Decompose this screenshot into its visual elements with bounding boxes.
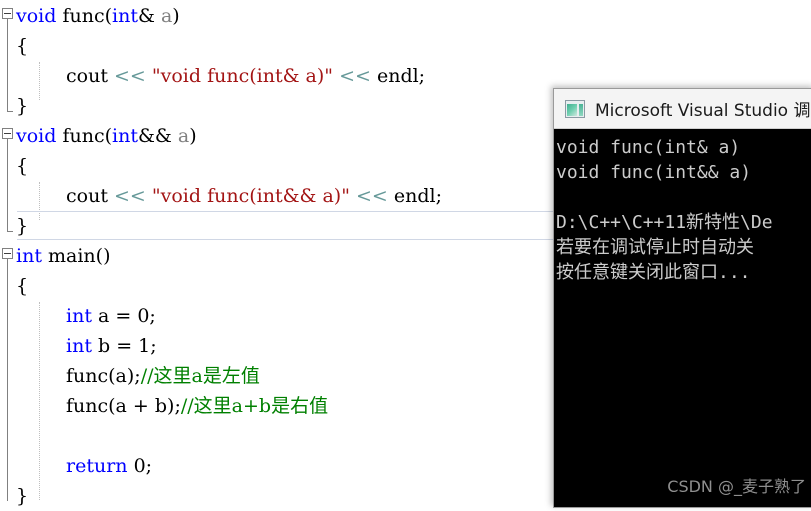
console-line: void func(int& a) xyxy=(556,137,741,158)
code-line-text: } xyxy=(16,91,28,121)
console-window-icon xyxy=(565,99,585,118)
code-line-text: void func(int& a) xyxy=(16,1,180,31)
code-token-plain: func xyxy=(62,125,105,147)
code-token-op: << xyxy=(114,185,146,207)
code-line-text: { xyxy=(16,271,28,301)
code-token-plain: endl; xyxy=(387,185,442,207)
console-line: void func(int&& a) xyxy=(556,162,752,183)
code-token-kw: int xyxy=(66,305,92,327)
code-line-text: cout << "void func(int&& a)" << endl; xyxy=(66,181,442,211)
code-token-plain: && xyxy=(137,125,178,147)
console-line: 若要在调试停止时自动关 xyxy=(556,237,754,258)
console-line: 按任意键关闭此窗口... xyxy=(556,262,751,283)
code-line-text: int a = 0; xyxy=(66,301,156,331)
code-token-plain: ) xyxy=(189,125,197,147)
code-line-text: int b = 1; xyxy=(66,331,157,361)
code-token-plain: func(a); xyxy=(66,365,141,387)
code-token-plain: & xyxy=(137,5,161,27)
code-token-kw: void xyxy=(16,125,63,147)
code-token-plain: b = 1; xyxy=(91,335,157,357)
console-line: D:\C++\C++11新特性\De xyxy=(556,212,773,233)
code-token-op: << xyxy=(339,65,371,87)
code-line-text: int main() xyxy=(16,241,110,271)
code-line[interactable]: cout << "void func(int& a)" << endl; xyxy=(0,61,811,91)
code-line-text: cout << "void func(int& a)" << endl; xyxy=(66,61,425,91)
code-token-plain: cout xyxy=(66,65,114,87)
code-token-kw: int xyxy=(112,125,138,147)
code-token-kw: return xyxy=(66,455,128,477)
watermark: CSDN @_麦子熟了 xyxy=(667,477,806,496)
code-token-plain: { xyxy=(16,155,29,177)
code-line[interactable]: { xyxy=(0,31,811,61)
console-title: Microsoft Visual Studio 调 xyxy=(595,101,811,121)
code-line-text: return 0; xyxy=(66,451,152,481)
code-line-text: } xyxy=(16,211,28,241)
code-token-plain: } xyxy=(16,95,29,117)
code-token-plain: ) xyxy=(172,5,180,27)
code-token-plain: ( xyxy=(104,5,113,27)
code-token-plain: { xyxy=(16,275,29,297)
code-token-plain: 0; xyxy=(127,455,153,477)
code-line-text: void func(int&& a) xyxy=(16,121,197,151)
code-token-plain: } xyxy=(16,485,29,507)
code-line-text: func(a + b);//这里a+b是右值 xyxy=(66,391,328,421)
code-token-plain: func(a + b); xyxy=(66,395,181,417)
code-token-str: "void func(int&& a)" xyxy=(151,185,350,207)
code-token-op: << xyxy=(114,65,146,87)
code-line-text: func(a);//这里a是左值 xyxy=(66,361,260,391)
console-titlebar[interactable]: Microsoft Visual Studio 调 xyxy=(554,89,811,129)
code-token-str: "void func(int& a)" xyxy=(151,65,334,87)
code-token-plain: func xyxy=(62,5,105,27)
code-token-kw: int xyxy=(16,245,48,267)
code-token-cmt: //这里a+b是右值 xyxy=(180,395,329,417)
code-token-param: a xyxy=(177,125,190,147)
console-lines-container: void func(int& a) void func(int&& a) D:\C… xyxy=(556,135,811,285)
code-token-kw: int xyxy=(112,5,138,27)
console-window[interactable]: Microsoft Visual Studio 调 void func(int&… xyxy=(553,88,811,508)
code-token-plain: ( xyxy=(104,125,113,147)
code-token-kw: void xyxy=(16,5,63,27)
code-line[interactable]: void func(int& a) xyxy=(0,1,811,31)
code-token-plain: cout xyxy=(66,185,114,207)
code-token-op: << xyxy=(355,185,388,207)
code-token-plain: } xyxy=(16,215,29,237)
code-token-cmt: //这里a是左值 xyxy=(140,365,260,387)
code-line-text: } xyxy=(16,481,28,511)
code-token-param: a xyxy=(160,5,173,27)
code-token-plain: endl; xyxy=(370,65,426,87)
code-line-text: { xyxy=(16,151,28,181)
code-token-kw: int xyxy=(66,335,92,357)
code-token-plain: a = 0; xyxy=(91,305,156,327)
code-line-text: { xyxy=(16,31,28,61)
code-token-plain: main() xyxy=(48,245,111,267)
code-token-plain: { xyxy=(16,35,29,57)
console-output[interactable]: void func(int& a) void func(int&& a) D:\C… xyxy=(554,129,811,507)
